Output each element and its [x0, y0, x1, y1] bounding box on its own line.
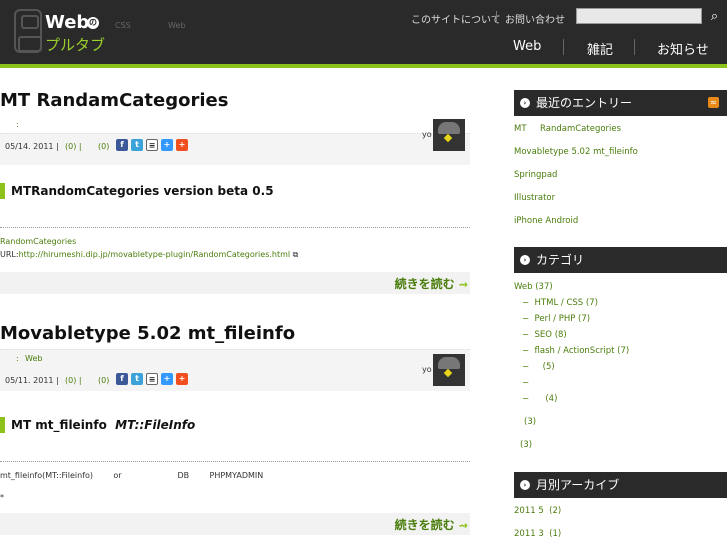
bullet-icon: ›: [520, 98, 530, 108]
bullet-icon: ›: [520, 480, 530, 490]
logo-text[interactable]: Web: [45, 12, 89, 33]
nav-divider: [563, 39, 564, 55]
twitter-icon[interactable]: t: [131, 139, 143, 151]
read-more-label: 続きを読む: [394, 277, 455, 291]
category-child-link[interactable]: − Perl / PHP (7): [522, 314, 590, 324]
twitter-icon[interactable]: t: [131, 373, 143, 385]
recent-entry-link[interactable]: Illustrator: [514, 193, 555, 203]
logo-badge: の: [87, 17, 99, 29]
recent-entries-heading: › 最近のエントリー ≈: [514, 90, 727, 116]
post-date: 05/14. 2011 |: [5, 142, 59, 151]
post-body-line: mt_fileinfo(MT::Fileinfo) or DB PHPMYADM…: [0, 471, 264, 480]
trackbacks-link[interactable]: (0): [98, 142, 109, 151]
category-link[interactable]: (3): [524, 417, 536, 427]
nav-diary[interactable]: 雑記: [587, 39, 613, 58]
category-child-link[interactable]: − flash / ActionScript (7): [522, 346, 629, 356]
category-title: カテゴリ: [536, 253, 585, 267]
facebook-icon[interactable]: f: [116, 139, 128, 151]
arrow-icon: ⇝: [458, 278, 468, 291]
archive-title: 月別アーカイブ: [536, 478, 620, 492]
post-category-label: :: [16, 354, 19, 363]
category-link[interactable]: Web (37): [514, 282, 553, 292]
recent-entry-link[interactable]: iPhone Android: [514, 216, 578, 226]
category-child-link[interactable]: − (4): [522, 394, 557, 404]
author-name: yo: [422, 365, 432, 374]
logo-subtitle[interactable]: プルタブ: [45, 34, 105, 55]
arrow-icon: ⇝: [458, 519, 468, 532]
facebook-icon[interactable]: f: [116, 373, 128, 385]
nav-news[interactable]: お知らせ: [657, 39, 709, 58]
print-icon[interactable]: ≡: [146, 139, 158, 151]
about-link[interactable]: このサイトについて: [411, 11, 501, 26]
search-button[interactable]: ⌕: [702, 7, 727, 26]
archive-link[interactable]: 2011 3 (1): [514, 529, 561, 539]
author-avatar: [433, 119, 465, 151]
dotted-divider: [0, 461, 470, 462]
rss-icon[interactable]: ≈: [708, 97, 719, 108]
recent-entry-link[interactable]: Springpad: [514, 170, 557, 180]
tagline-web: Web: [168, 21, 186, 30]
post-url-line: URL:http://hirumeshi.dip.jp/movabletype-…: [0, 250, 298, 260]
delicious-icon[interactable]: +: [161, 139, 173, 151]
post-subheading: MTRandomCategories version beta 0.5: [0, 183, 274, 199]
read-more-link[interactable]: 続きを読む ⇝: [395, 275, 468, 292]
search-input[interactable]: [576, 8, 702, 24]
comments-link[interactable]: (0) |: [65, 142, 82, 151]
contact-link[interactable]: お問い合わせ: [505, 11, 565, 26]
post-date: 05/11. 2011 |: [5, 376, 59, 385]
post-title[interactable]: Movabletype 5.02 mt_fileinfo: [0, 323, 295, 344]
category-child-link[interactable]: − HTML / CSS (7): [522, 298, 598, 308]
category-child-link[interactable]: − (5): [522, 362, 555, 372]
post-title[interactable]: MT RandamCategories: [0, 90, 228, 111]
category-child-link[interactable]: − SEO (8): [522, 330, 567, 340]
print-icon[interactable]: ≡: [146, 373, 158, 385]
tagline-css: CSS: [115, 21, 131, 30]
author-avatar: [433, 354, 465, 386]
url-label: URL:: [0, 250, 19, 259]
addthis-icon[interactable]: +: [176, 373, 188, 385]
recent-entry-link[interactable]: Movabletype 5.02 mt_fileinfo: [514, 147, 638, 157]
recent-entry-link[interactable]: MT RandamCategories: [514, 124, 621, 134]
body-link[interactable]: RandomCategories: [0, 237, 76, 246]
post-category-label: :: [16, 120, 19, 129]
archive-heading: › 月別アーカイブ: [514, 472, 727, 498]
comments-link[interactable]: (0) |: [65, 376, 82, 385]
category-heading: › カテゴリ: [514, 247, 727, 273]
trackbacks-link[interactable]: (0): [98, 376, 109, 385]
post-category-link[interactable]: Web: [25, 354, 42, 363]
delicious-icon[interactable]: +: [161, 373, 173, 385]
site-header: Web の プルタブ CSS Web このサイトについて お問い合わせ ⌕ We…: [0, 0, 727, 64]
subheading-italic: MT::FileInfo: [115, 418, 196, 432]
post-subheading: MT mt_fileinfo MT::FileInfo: [0, 417, 195, 433]
post-body-line: *: [0, 493, 4, 502]
recent-entries-title: 最近のエントリー: [536, 96, 633, 110]
subheading-text: MT mt_fileinfo: [11, 418, 107, 432]
magnifier-icon: ⌕: [710, 9, 719, 24]
category-child-link[interactable]: −: [522, 378, 535, 388]
read-more-bar: 続きを読む ⇝: [0, 513, 470, 535]
read-more-bar: 続きを読む ⇝: [0, 272, 470, 294]
category-link[interactable]: (3): [520, 440, 532, 450]
external-link-icon: ⧉: [292, 250, 299, 259]
read-more-link[interactable]: 続きを読む ⇝: [395, 516, 468, 533]
archive-link[interactable]: 2011 5 (2): [514, 506, 561, 516]
nav-divider: [634, 39, 635, 55]
dotted-divider: [0, 227, 470, 228]
top-divider: [496, 11, 497, 23]
nav-web[interactable]: Web: [513, 39, 541, 54]
author-name: yo: [422, 130, 432, 139]
addthis-icon[interactable]: +: [176, 139, 188, 151]
post-url-link[interactable]: http://hirumeshi.dip.jp/movabletype-plug…: [19, 250, 291, 259]
header-accent-bar: [0, 64, 727, 68]
logo-icon[interactable]: [14, 9, 42, 53]
bullet-icon: ›: [520, 255, 530, 265]
read-more-label: 続きを読む: [394, 518, 455, 532]
